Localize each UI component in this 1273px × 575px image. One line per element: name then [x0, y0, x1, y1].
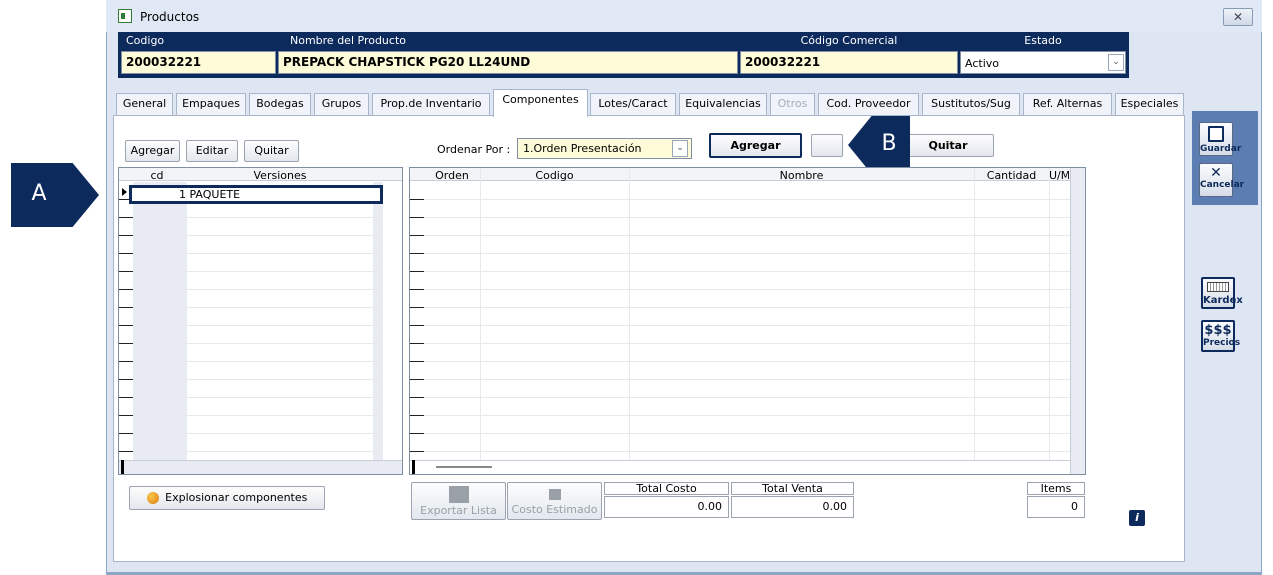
- save-label: Guardar: [1200, 144, 1242, 154]
- scroll-thumb[interactable]: [436, 466, 492, 468]
- save-button[interactable]: Guardar: [1199, 122, 1241, 156]
- edit-version-button[interactable]: Editar: [186, 140, 238, 162]
- order-by-select[interactable]: 1.Orden Presentación ⌄: [517, 138, 692, 159]
- tab-bodegas[interactable]: Bodegas: [249, 93, 311, 115]
- codigo-label: Codigo: [126, 34, 165, 47]
- total-sale-value: 0.00: [731, 496, 854, 518]
- close-icon: ✕: [1210, 165, 1222, 181]
- export-list-button[interactable]: Exportar Lista: [411, 482, 506, 520]
- row-selector-column[interactable]: [410, 182, 424, 460]
- estado-select[interactable]: Activo ⌄: [960, 51, 1126, 74]
- calculator-icon: [548, 489, 561, 500]
- tab-cod-proveedor[interactable]: Cod. Proveedor: [818, 93, 919, 115]
- estado-label: Estado: [1024, 34, 1062, 47]
- codigo-field[interactable]: 200032221: [121, 51, 276, 74]
- nombre-field[interactable]: PREPACK CHAPSTICK PG20 LL24UND: [278, 51, 738, 74]
- estimated-cost-label: Costo Estimado: [511, 503, 598, 516]
- chevron-down-icon[interactable]: ⌄: [1108, 54, 1124, 71]
- order-by-value: 1.Orden Presentación: [523, 142, 642, 155]
- horizontal-scrollbar[interactable]: [119, 460, 402, 474]
- tab-general[interactable]: General: [116, 93, 173, 115]
- remove-component-button[interactable]: Quitar: [902, 134, 994, 157]
- horizontal-scrollbar[interactable]: [410, 460, 1070, 474]
- export-icon: [448, 486, 469, 503]
- grid-header-cantidad: Cantidad: [986, 169, 1037, 182]
- remove-version-button[interactable]: Quitar: [244, 140, 299, 162]
- tab-sustitutos[interactable]: Sustitutos/Sug: [922, 93, 1020, 115]
- explode-components-button[interactable]: Explosionar componentes: [129, 486, 325, 510]
- table-row[interactable]: 1 PAQUETE: [129, 185, 383, 204]
- cancel-button[interactable]: ✕ Cancelar: [1199, 163, 1244, 197]
- edit-component-button[interactable]: [811, 134, 843, 157]
- chevron-down-icon[interactable]: ⌄: [672, 140, 688, 157]
- dollar-icon: $$$: [1204, 323, 1232, 338]
- tab-empaques[interactable]: Empaques: [176, 93, 246, 115]
- app-icon: [118, 9, 132, 23]
- callout-a: A: [11, 163, 99, 227]
- grid-header-codigo: Codigo: [535, 169, 574, 182]
- tab-otros[interactable]: Otros: [770, 93, 815, 115]
- explode-components-label: Explosionar componentes: [165, 491, 308, 504]
- export-list-label: Exportar Lista: [420, 504, 497, 517]
- order-by-label: Ordenar Por :: [437, 143, 511, 156]
- comercial-field[interactable]: 200032221: [740, 51, 958, 74]
- tab-grupos[interactable]: Grupos: [314, 93, 369, 115]
- prices-label: Precios: [1203, 338, 1241, 348]
- grid-header-um: U/M: [1049, 169, 1069, 182]
- comercial-label: Código Comercial: [800, 34, 898, 47]
- save-icon: [1208, 126, 1224, 142]
- add-version-button[interactable]: Agregar: [125, 140, 180, 162]
- current-row-icon: [122, 188, 127, 196]
- tab-componentes[interactable]: Componentes: [493, 89, 588, 117]
- total-sale-label: Total Venta: [731, 482, 854, 495]
- grid-header-orden: Orden: [435, 169, 469, 182]
- estimated-cost-button[interactable]: Costo Estimado: [507, 482, 602, 520]
- grid-header-cd: cd: [150, 169, 164, 182]
- grid-header-nombre: Nombre: [779, 169, 824, 182]
- title-bar: [106, 0, 1262, 32]
- row-selector-column[interactable]: [119, 182, 133, 460]
- total-cost-value: 0.00: [604, 496, 729, 518]
- components-grid: Orden Codigo Nombre Cantidad U/M: [409, 167, 1086, 475]
- add-component-button[interactable]: Agregar: [709, 133, 802, 158]
- nombre-label: Nombre del Producto: [290, 34, 406, 47]
- items-value: 0: [1027, 496, 1085, 518]
- tab-ref-alternas[interactable]: Ref. Alternas: [1023, 93, 1112, 115]
- tab-prop-inventario[interactable]: Prop.de Inventario: [372, 93, 490, 115]
- grid-header-versiones: Versiones: [253, 169, 307, 182]
- tab-especiales[interactable]: Especiales: [1115, 93, 1184, 115]
- kardex-label: Kardex: [1203, 295, 1243, 306]
- tab-lotes-caract[interactable]: Lotes/Caract: [590, 93, 676, 115]
- tab-equivalencias[interactable]: Equivalencias: [679, 93, 767, 115]
- items-label: Items: [1027, 482, 1085, 495]
- kardex-button[interactable]: Kardex: [1201, 277, 1243, 309]
- total-cost-label: Total Costo: [604, 482, 729, 495]
- window-title: Productos: [140, 10, 200, 24]
- info-icon[interactable]: i: [1129, 510, 1145, 526]
- prices-button[interactable]: $$$ Precios: [1201, 320, 1240, 352]
- people-icon: [146, 492, 159, 504]
- close-button[interactable]: ✕: [1223, 8, 1253, 26]
- vertical-scrollbar[interactable]: [1070, 168, 1085, 474]
- versions-grid: cd Versiones 1 PAQUETE: [118, 167, 403, 475]
- cancel-label: Cancelar: [1200, 180, 1245, 190]
- keyboard-icon: [1207, 282, 1229, 292]
- estado-value: Activo: [965, 57, 999, 70]
